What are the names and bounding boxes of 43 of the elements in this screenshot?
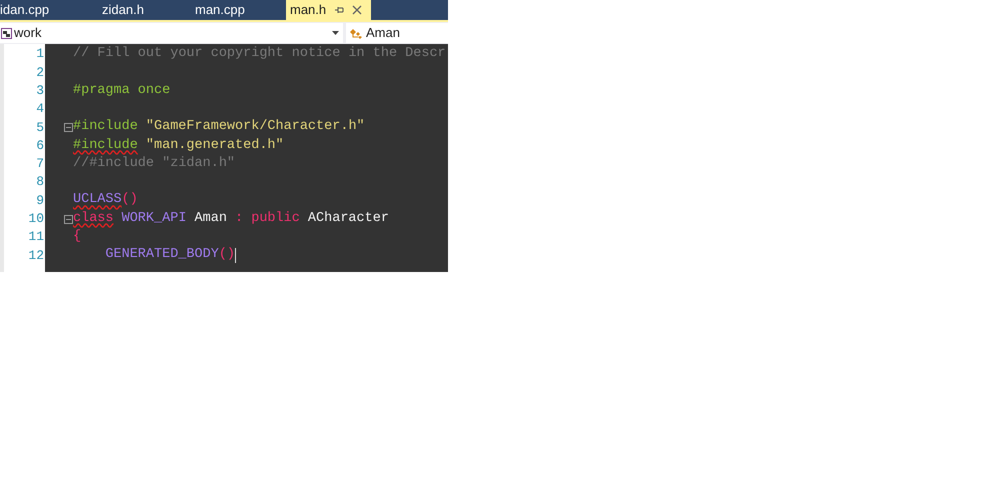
code-token: "GameFramework/Character.h": [146, 118, 365, 136]
line-number: 12: [28, 246, 44, 265]
line-number: 6: [36, 136, 44, 155]
file-tab[interactable]: idan.cpp: [0, 0, 100, 20]
code-token: UCLASS: [73, 191, 122, 210]
collapse-icon[interactable]: [64, 123, 73, 132]
code-token: public: [251, 210, 300, 228]
close-icon[interactable]: [352, 5, 362, 15]
caret-icon: [332, 31, 339, 35]
code-token: WORK_API: [122, 210, 186, 228]
project-icon: [1, 28, 12, 38]
code-token: (): [218, 246, 236, 264]
file-tab[interactable]: zidan.h: [100, 0, 193, 20]
code-token: #include: [73, 136, 138, 155]
project-dropdown[interactable]: work: [0, 23, 343, 43]
code-token: #include: [73, 118, 138, 136]
code-token: (): [122, 191, 138, 210]
line-number: 11: [28, 228, 44, 246]
code-token: //#include "zidan.h": [73, 154, 236, 173]
line-number: 1: [36, 45, 44, 64]
file-tab[interactable]: man.h: [286, 0, 371, 20]
pin-icon[interactable]: [334, 5, 344, 15]
collapse-icon[interactable]: [64, 214, 73, 224]
class-icon: [349, 28, 363, 38]
code-token: Aman: [194, 210, 227, 228]
code-token: {: [73, 228, 82, 246]
line-number: 5: [36, 118, 44, 137]
code-token: #pragma once: [73, 82, 170, 100]
line-number: 4: [36, 100, 44, 118]
code-token: // Fill out your copyright notice in the Descr: [73, 45, 446, 64]
line-number: 2: [36, 64, 44, 82]
line-number: 3: [36, 82, 44, 100]
line-number: 7: [36, 155, 44, 174]
code-token: ACharacter: [308, 210, 389, 228]
code-token: :: [235, 210, 244, 228]
line-number: 8: [36, 173, 44, 192]
code-token: "man.generated.h": [146, 136, 284, 155]
code-token: GENERATED_BODY: [105, 246, 219, 264]
file-tab[interactable]: man.cpp: [193, 0, 286, 20]
code-token: class: [73, 210, 114, 228]
line-number: 9: [36, 192, 44, 210]
line-number: 10: [28, 210, 44, 228]
member-dropdown[interactable]: Aman: [346, 23, 448, 43]
